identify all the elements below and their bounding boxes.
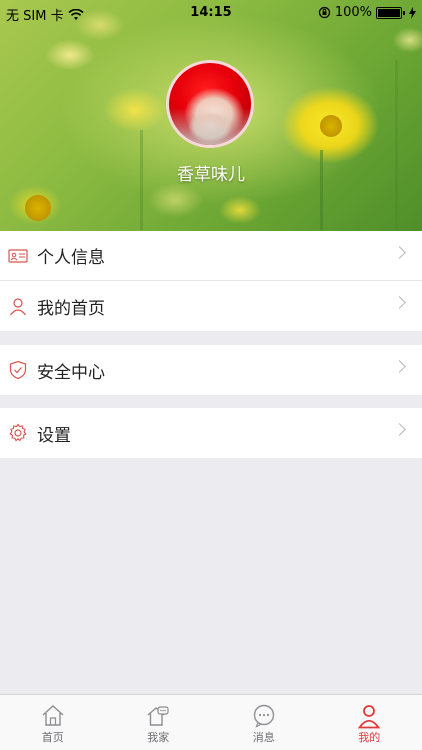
gear-icon: [9, 423, 27, 442]
menu-group-account: 个人信息 我的首页: [0, 231, 422, 331]
home-icon: [42, 705, 64, 726]
menu-item-security-center[interactable]: 安全中心: [0, 345, 422, 395]
message-icon: [253, 704, 274, 728]
menu-item-personal-info[interactable]: 个人信息: [0, 231, 422, 281]
status-bar: 无 SIM 卡 14:15 100%: [0, 0, 422, 26]
user-icon: [10, 298, 26, 316]
avatar-shade: [169, 63, 251, 145]
tab-label: 我家: [147, 731, 170, 744]
chevron-right-icon: [393, 423, 406, 436]
avatar[interactable]: [166, 60, 254, 148]
tab-label: 消息: [252, 731, 275, 744]
tab-label: 我的: [358, 731, 381, 744]
menu-label: 我的首页: [37, 298, 105, 319]
tab-messages[interactable]: 消息: [211, 695, 317, 750]
tab-home[interactable]: 首页: [0, 695, 106, 750]
house-chat-icon: [147, 706, 169, 726]
flower-center: [320, 115, 342, 137]
battery-percent: 100%: [334, 5, 372, 20]
battery-icon: [376, 6, 402, 19]
profile-screen: 无 SIM 卡 14:15 100% 香草味儿 个人信息 我的首页 安全中心 设…: [0, 0, 422, 750]
menu-item-settings[interactable]: 设置: [0, 408, 422, 458]
tab-label: 首页: [41, 731, 64, 744]
menu-label: 个人信息: [37, 248, 105, 268]
chevron-right-icon: [393, 360, 406, 373]
chevron-right-icon: [393, 296, 406, 309]
tab-mine[interactable]: 我的: [317, 695, 422, 750]
menu-label: 安全中心: [37, 362, 105, 383]
profile-header: 无 SIM 卡 14:15 100% 香草味儿: [0, 0, 422, 231]
status-right: 100%: [318, 5, 416, 20]
id-card-icon: [8, 249, 28, 263]
flower-stem: [395, 60, 398, 230]
menu-group-settings: 设置: [0, 408, 422, 458]
chevron-right-icon: [393, 246, 406, 259]
battery-tip: [403, 10, 405, 15]
username: 香草味儿: [177, 165, 245, 185]
tab-my-family[interactable]: 我家: [106, 695, 212, 750]
shield-icon: [9, 360, 27, 380]
tab-bar: 首页 我家 消息 我的: [0, 694, 422, 750]
orientation-lock-icon: [318, 6, 330, 19]
charging-icon: [409, 6, 416, 19]
flower-center: [25, 195, 51, 221]
menu-item-my-homepage[interactable]: 我的首页: [0, 281, 422, 331]
person-icon: [358, 705, 381, 729]
menu-label: 设置: [37, 425, 71, 446]
menu-group-security: 安全中心: [0, 345, 422, 395]
